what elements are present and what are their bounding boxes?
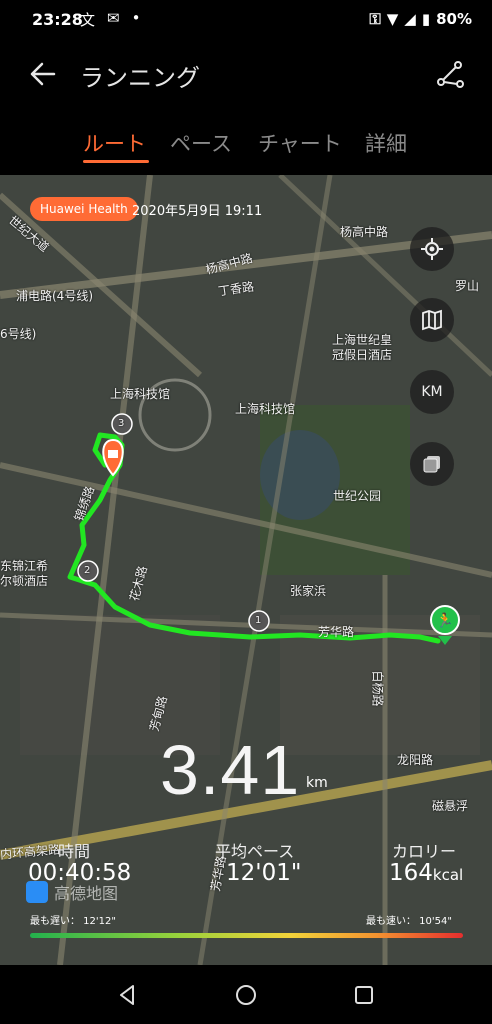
avg-pace-value: 12'01" [226,860,302,886]
nav-home-icon[interactable] [233,982,259,1008]
layers-icon [423,456,440,473]
status-time: 23:28 [32,10,83,29]
place-label: 6号线) [0,327,37,341]
translate-icon: 文 [80,11,96,29]
calorie-number: 164 [389,860,433,886]
tab-route[interactable]: ルート [83,128,146,158]
status-notification-icons: 文 ✉ • [80,9,140,30]
map-layer-button[interactable] [410,298,454,342]
calorie-label: カロリー [392,842,457,861]
notification-icon: ✉ [107,9,120,27]
status-bar: 23:28 文 ✉ • ⚿ ▼ ◢ ▮ 80% [0,0,492,42]
tab-pace[interactable]: ペース [170,128,232,158]
km-marker-toggle[interactable]: KM [410,370,454,414]
huawei-health-badge: Huawei Health [30,197,138,221]
system-nav-bar [0,966,492,1024]
fastest-pace: 最も速い： 10'54" [366,916,452,927]
place-label: 上海科技馆 [235,402,296,416]
key-icon: ⚿ [369,10,381,28]
place-label: 世纪公园 [333,489,382,503]
dot-icon: • [131,9,141,27]
amap-logo-text: 高德地图 [54,884,119,903]
svg-text:🏃: 🏃 [436,612,453,629]
route-map[interactable]: 🏃 Huawei Health 2020年5月9日 19:11 KM 1 2 3… [0,175,492,965]
share-icon[interactable] [434,58,466,90]
tab-details[interactable]: 詳細 [365,128,407,158]
km-marker-1: 1 [255,615,262,626]
map-icon [422,309,442,331]
page-title: ランニング [80,64,200,92]
distance-unit: km [306,775,328,791]
amap-logo-icon [26,881,48,903]
nav-recents-icon[interactable] [351,982,377,1008]
slowest-pace: 最も遅い： 12'12" [30,916,116,927]
calorie-unit: kcal [432,866,464,884]
place-label: 张家浜 [290,584,327,598]
place-label: 上海科技馆 [110,387,171,401]
app-bar: ランニング [0,44,492,104]
place-label: 浦电路(4号线) [16,289,93,303]
workout-datetime: 2020年5月9日 19:11 [132,204,263,219]
locate-icon [421,238,443,260]
nav-back-icon[interactable] [115,982,141,1008]
map-style-button[interactable] [410,442,454,486]
place-label: 上海世纪皇 冠假日酒店 [332,333,393,362]
place-label: 白杨路 [370,670,385,707]
distance-value: 3.41 [160,731,301,809]
tab-chart[interactable]: チャート [258,128,342,158]
place-label: 龙阳路 [397,753,434,767]
locate-button[interactable] [410,227,454,271]
signal-icon: ◢ [404,10,416,28]
place-label: 东锦江希 尔顿酒店 [0,559,49,588]
tab-bar: ルート ペース チャート 詳細 [0,120,492,170]
place-label: 芳华路 [318,625,355,639]
amap-logo: 高德地图 [26,880,118,904]
time-label: 時間 [58,842,91,861]
place-label: 杨高中路 [340,225,389,239]
avg-pace-label: 平均ペース [215,842,295,861]
pace-gradient-bar [30,933,463,938]
place-label: 罗山 [455,279,480,293]
back-arrow-icon[interactable] [26,58,58,90]
calorie-value: 164kcal [389,860,463,886]
battery-icon: ▮ [421,10,431,28]
km-marker-2: 2 [84,565,91,576]
battery-level: 80% [436,10,472,28]
wifi-icon: ▼ [386,10,399,28]
status-right: ⚿ ▼ ◢ ▮ 80% [369,10,472,28]
active-tab-indicator [83,160,149,163]
place-label: 磁悬浮 [432,799,469,813]
km-marker-3: 3 [118,418,125,429]
